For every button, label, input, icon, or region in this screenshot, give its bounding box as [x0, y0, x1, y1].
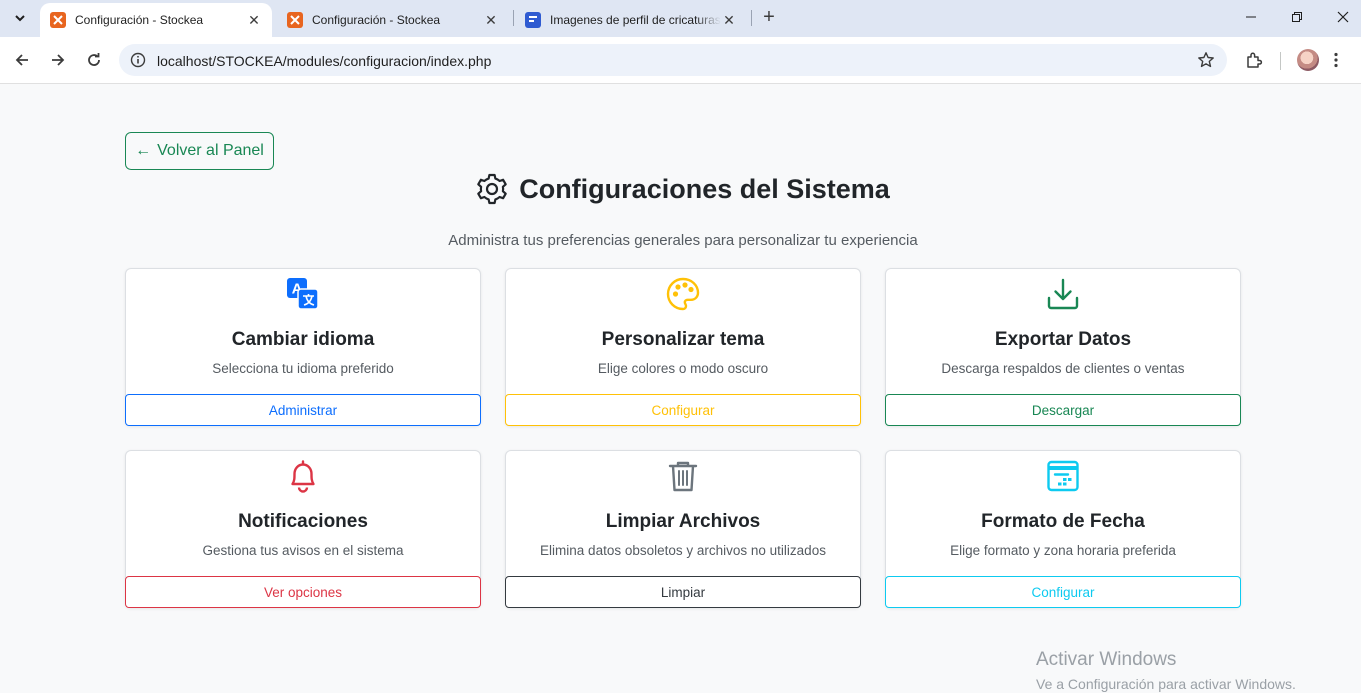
palette-icon	[506, 277, 860, 311]
page-title-text: Configuraciones del Sistema	[519, 173, 890, 204]
minimize-icon	[1246, 16, 1256, 18]
card-exportar-datos: Exportar Datos Descarga respaldos de cli…	[885, 268, 1241, 426]
card-limpiar-archivos: Limpiar Archivos Elimina datos obsoletos…	[505, 450, 861, 608]
tab-title: Configuración - Stockea	[75, 13, 204, 27]
restore-button[interactable]	[1274, 0, 1320, 34]
tab-title: Imagenes de perfil de cricaturas	[550, 13, 721, 27]
card-description: Gestiona tus avisos en el sistema	[202, 543, 404, 558]
bookmark-star-icon[interactable]	[1197, 51, 1215, 74]
more-vert-icon	[1334, 52, 1338, 68]
reload-button[interactable]	[80, 46, 108, 74]
close-tab-icon[interactable]: ✕	[246, 12, 262, 28]
card-title: Formato de Fecha	[981, 511, 1145, 532]
card-description: Elige colores o modo oscuro	[597, 361, 769, 376]
puzzle-icon	[1247, 52, 1263, 68]
tab-imagenes[interactable]: Imagenes de perfil de cricaturas ✕	[515, 3, 747, 37]
card-title: Personalizar tema	[601, 329, 765, 350]
tab-configuracion-2[interactable]: Configuración - Stockea ✕	[277, 3, 509, 37]
back-button-label: Volver al Panel	[157, 142, 264, 159]
toolbar-divider	[1280, 52, 1281, 70]
card-title: Limpiar Archivos	[605, 511, 761, 532]
avatar	[1297, 49, 1319, 71]
card-cambiar-idioma: A Cambiar idioma Selecciona tu idioma pr…	[125, 268, 481, 426]
tab-separator	[513, 10, 514, 26]
card-description: Selecciona tu idioma preferido	[212, 361, 394, 376]
forms-favicon-icon	[525, 12, 541, 28]
bell-icon	[126, 459, 480, 493]
tab-strip: Configuración - Stockea ✕ Configuración …	[0, 0, 1361, 37]
card-formato-fecha: Formato de Fecha Elige formato y zona ho…	[885, 450, 1241, 608]
url-text: localhost/STOCKEA/modules/configuracion/…	[157, 53, 492, 69]
download-icon	[886, 277, 1240, 311]
restore-icon	[1292, 12, 1302, 22]
trash-icon	[506, 459, 860, 493]
card-description: Elige formato y zona horaria preferida	[950, 543, 1176, 558]
close-icon	[1337, 11, 1349, 23]
calendar-icon	[886, 459, 1240, 493]
extensions-button[interactable]	[1240, 46, 1268, 74]
browser-toolbar: localhost/STOCKEA/modules/configuracion/…	[0, 37, 1361, 84]
configurar-fecha-button[interactable]: Configurar	[885, 576, 1241, 608]
page-subtitle: Administra tus preferencias generales pa…	[448, 232, 918, 249]
forward-nav-button[interactable]	[44, 46, 72, 74]
administrar-button[interactable]: Administrar	[125, 394, 481, 426]
watermark-subtitle: Ve a Configuración para activar Windows.	[1036, 676, 1296, 692]
ver-opciones-button[interactable]: Ver opciones	[125, 576, 481, 608]
tab-title: Configuración - Stockea	[312, 13, 441, 27]
site-info-icon[interactable]	[130, 52, 146, 73]
close-tab-icon[interactable]: ✕	[483, 12, 499, 28]
xampp-favicon-icon	[50, 12, 66, 28]
profile-button[interactable]	[1294, 46, 1322, 74]
watermark-title: Activar Windows	[1036, 649, 1177, 670]
address-bar[interactable]: localhost/STOCKEA/modules/configuracion/…	[119, 44, 1227, 76]
configurar-tema-button[interactable]: Configurar	[505, 394, 861, 426]
card-description: Elimina datos obsoletos y archivos no ut…	[540, 543, 826, 558]
tab-search-button[interactable]	[8, 6, 32, 30]
card-title: Cambiar idioma	[231, 329, 375, 350]
reload-icon	[88, 53, 100, 66]
close-window-button[interactable]	[1320, 0, 1361, 34]
card-notificaciones: Notificaciones Gestiona tus avisos en el…	[125, 450, 481, 608]
new-tab-button[interactable]: +	[758, 6, 780, 28]
arrow-left-icon	[15, 54, 28, 66]
back-to-panel-button[interactable]: ← Volver al Panel	[125, 132, 274, 170]
menu-button[interactable]	[1322, 46, 1350, 74]
minimize-button[interactable]	[1228, 0, 1274, 34]
card-title: Notificaciones	[238, 511, 368, 532]
page-title: Configuraciones del Sistema	[0, 170, 1361, 208]
gear-icon	[476, 173, 508, 205]
card-description: Descarga respaldos de clientes o ventas	[941, 361, 1185, 376]
card-title: Exportar Datos	[994, 329, 1132, 350]
windows-activation-watermark: Activar Windows Ve a Configuración para …	[1036, 649, 1296, 692]
arrow-right-icon	[52, 54, 65, 66]
descargar-button[interactable]: Descargar	[885, 394, 1241, 426]
translate-icon: A	[126, 277, 480, 311]
arrow-left-icon: ←	[135, 142, 152, 159]
close-tab-icon[interactable]: ✕	[721, 12, 737, 28]
xampp-favicon-icon	[287, 12, 303, 28]
chevron-down-icon	[15, 15, 25, 22]
limpiar-button[interactable]: Limpiar	[505, 576, 861, 608]
back-nav-button[interactable]	[8, 46, 36, 74]
card-personalizar-tema: Personalizar tema Elige colores o modo o…	[505, 268, 861, 426]
tab-configuracion-1[interactable]: Configuración - Stockea ✕	[40, 3, 272, 37]
tab-separator	[751, 10, 752, 26]
